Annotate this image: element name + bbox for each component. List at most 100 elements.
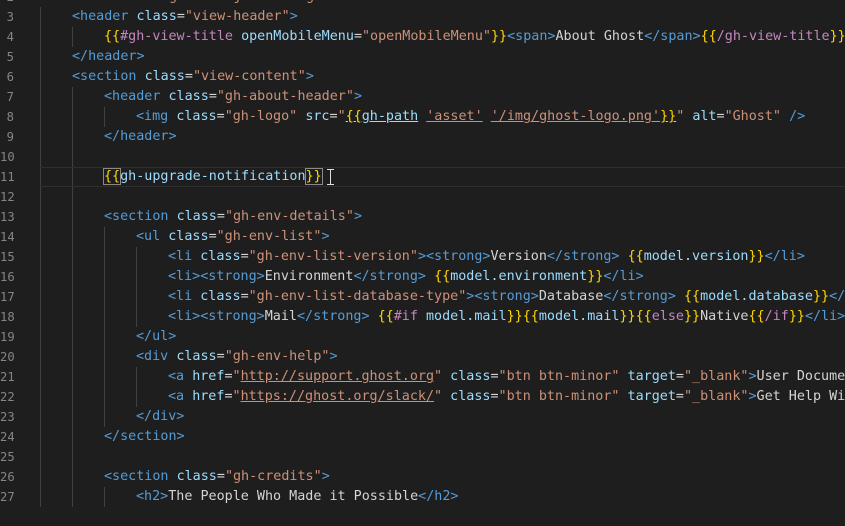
code-token: }} bbox=[788, 309, 805, 324]
code-token: class bbox=[144, 69, 185, 84]
code-token: </header> bbox=[104, 129, 177, 144]
code-line[interactable]: <header class="gh-about-header"> bbox=[40, 87, 845, 107]
code-line[interactable]: <section class="gh-view js-settings-cont… bbox=[40, 0, 845, 7]
code-token: </ul> bbox=[136, 329, 177, 344]
code-token: > bbox=[748, 369, 757, 384]
code-token: = bbox=[490, 369, 499, 384]
code-token: > bbox=[395, 0, 403, 4]
code-token: "gh-env-details" bbox=[224, 209, 354, 224]
code-token: Database bbox=[538, 289, 604, 304]
code-token: </li> bbox=[804, 309, 845, 324]
code-token: <header bbox=[104, 89, 161, 104]
code-token: model.version bbox=[643, 249, 749, 264]
code-token: = bbox=[240, 289, 249, 304]
code-token: <a bbox=[168, 369, 185, 384]
code-token: }} bbox=[660, 109, 677, 124]
code-line[interactable]: <li class="gh-env-list-version"><strong>… bbox=[40, 247, 845, 267]
code-line[interactable]: <li><strong>Mail</strong> {{#if model.ma… bbox=[40, 307, 845, 327]
code-token: </section> bbox=[104, 429, 185, 444]
code-line[interactable]: <section class="gh-credits"> bbox=[40, 467, 845, 487]
code-token: </header> bbox=[72, 49, 145, 64]
code-token: " bbox=[337, 109, 346, 124]
code-token: }}{{ bbox=[506, 309, 539, 324]
code-line[interactable]: </section> bbox=[40, 427, 845, 447]
code-token: model.mail bbox=[426, 309, 507, 324]
code-editor[interactable]: 2345678910111213141516171819202122232425… bbox=[0, 0, 845, 526]
code-token: ><strong> bbox=[466, 289, 539, 304]
code-token: "gh-env-list-database-type" bbox=[248, 289, 467, 304]
code-token: class bbox=[168, 89, 209, 104]
code-token: https://ghost.org/slack/ bbox=[240, 389, 435, 404]
code-token: class bbox=[176, 349, 217, 364]
code-token: = bbox=[240, 249, 249, 264]
code-token: " bbox=[434, 369, 443, 384]
code-line[interactable]: <section class="gh-env-details"> bbox=[40, 207, 845, 227]
code-token: model.environment bbox=[450, 269, 588, 284]
code-line[interactable]: <h2>The People Who Made it Possible</h2> bbox=[40, 487, 845, 507]
code-token: <span> bbox=[507, 29, 556, 44]
code-line[interactable]: <ul class="gh-env-list"> bbox=[40, 227, 845, 247]
text-caret bbox=[321, 168, 323, 184]
code-token: gh-path bbox=[361, 109, 419, 124]
code-token: Get Help With bbox=[756, 389, 845, 404]
code-token: {{ bbox=[748, 309, 765, 324]
code-token: " bbox=[232, 389, 241, 404]
code-token: <li bbox=[168, 289, 193, 304]
code-token: }} bbox=[684, 309, 701, 324]
code-line[interactable]: <a href="https://ghost.org/slack/" class… bbox=[40, 387, 845, 407]
code-token: > bbox=[353, 209, 362, 224]
code-token: }} bbox=[812, 289, 830, 304]
code-token: class bbox=[200, 249, 241, 264]
code-line[interactable] bbox=[40, 147, 845, 167]
code-token: = bbox=[216, 469, 225, 484]
code-token: model.database bbox=[700, 289, 813, 304]
code-line[interactable]: <img class="gh-logo" src="{{gh-path 'ass… bbox=[40, 107, 845, 127]
code-line[interactable]: <li class="gh-env-list-database-type"><s… bbox=[40, 287, 845, 307]
code-token: = bbox=[353, 29, 362, 44]
code-token: <li bbox=[168, 249, 193, 264]
code-line[interactable]: </ul> bbox=[40, 327, 845, 347]
code-token: > bbox=[289, 9, 298, 24]
code-token: <div bbox=[136, 349, 169, 364]
code-token: The People Who Made it Possible bbox=[168, 489, 419, 504]
code-token: "_blank" bbox=[683, 369, 749, 384]
code-token: </span> bbox=[644, 29, 701, 44]
code-line[interactable] bbox=[40, 447, 845, 467]
code-token: #gh-view-title bbox=[120, 29, 233, 44]
code-token: <header bbox=[72, 9, 129, 24]
code-line[interactable]: <a href="http://support.ghost.org" class… bbox=[40, 367, 845, 387]
code-token: http://support.ghost.org bbox=[240, 369, 435, 384]
code-token: = bbox=[208, 89, 217, 104]
code-token: <img bbox=[136, 109, 169, 124]
code-token: = bbox=[153, 0, 161, 4]
code-line[interactable]: </header> bbox=[40, 47, 845, 67]
code-line[interactable]: <header class="view-header"> bbox=[40, 7, 845, 27]
code-line[interactable]: </header> bbox=[40, 127, 845, 147]
code-area[interactable]: <section class="gh-view js-settings-cont… bbox=[0, 0, 845, 526]
code-line[interactable]: <div class="gh-env-help"> bbox=[40, 347, 845, 367]
code-token: "gh-credits" bbox=[224, 469, 322, 484]
code-line[interactable]: </div> bbox=[40, 407, 845, 427]
code-line[interactable]: <li><strong>Environment</strong> {{model… bbox=[40, 267, 845, 287]
code-token: <section bbox=[104, 209, 169, 224]
code-token: }} bbox=[829, 29, 845, 44]
code-token: "gh-env-list-version" bbox=[248, 249, 418, 264]
code-token: Environment bbox=[264, 269, 354, 284]
code-token: = bbox=[184, 69, 193, 84]
code-line[interactable]: {{#gh-view-title openMobileMenu="openMob… bbox=[40, 27, 845, 47]
code-token: href bbox=[192, 369, 225, 384]
code-token: > bbox=[329, 349, 338, 364]
code-token: "gh-env-help" bbox=[224, 349, 330, 364]
code-line-current[interactable]: {{gh-upgrade-notification}} bbox=[40, 167, 845, 187]
code-token: alt bbox=[692, 109, 717, 124]
code-token: <li><strong> bbox=[168, 269, 265, 284]
code-token: <li><strong> bbox=[168, 309, 265, 324]
code-line[interactable] bbox=[40, 187, 845, 207]
code-line[interactable]: <section class="view-content"> bbox=[40, 67, 845, 87]
code-token: = bbox=[224, 389, 233, 404]
